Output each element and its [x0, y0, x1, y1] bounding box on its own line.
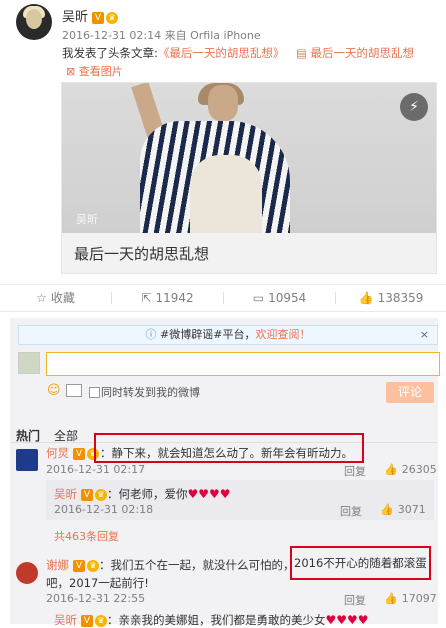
- comment-like-button[interactable]: 👍 17097: [384, 592, 437, 605]
- image-upload-icon[interactable]: [66, 384, 82, 397]
- favorite-button[interactable]: ☆ 收藏: [0, 285, 111, 311]
- repost-checkbox-label: 同时转发到我的微博: [101, 386, 200, 399]
- repost-checkbox[interactable]: [89, 387, 100, 398]
- comment-time: 2016-12-31 22:55: [46, 592, 146, 605]
- verified-badge-icon: V: [81, 489, 93, 501]
- member-crown-icon: ♛: [95, 615, 107, 627]
- star-icon: ☆: [36, 291, 47, 305]
- article-link-secondary[interactable]: ▤ 最后一天的胡思乱想: [296, 46, 414, 60]
- image-watermark: 吴昕: [76, 213, 98, 226]
- heart-icons: ♥♥♥♥: [187, 487, 231, 501]
- current-user-avatar: [18, 352, 40, 374]
- article-cover-image[interactable]: 吴昕 ⚡: [62, 83, 436, 233]
- comment-item: 谢娜 V ♛ ：我们五个在一起，就没什么可怕的，: [46, 557, 295, 573]
- more-replies-link[interactable]: 共463条回复: [54, 528, 119, 544]
- reply-item: 吴昕 V ♛ ：何老师，爱你♥♥♥♥: [54, 486, 231, 502]
- comment-avatar[interactable]: [16, 449, 38, 471]
- post-meta: 2016-12-31 02:14 来自 Orfila iPhone: [62, 29, 261, 42]
- article-link[interactable]: 《最后一天的胡思乱想》: [158, 46, 285, 60]
- comment-author[interactable]: 何炅: [46, 446, 69, 460]
- author-name[interactable]: 吴昕 V ♛: [62, 6, 119, 25]
- rumor-notice-bar: ⓘ #微博辟谣#平台，欢迎查阅！ ×: [18, 325, 438, 345]
- comment-author[interactable]: 谢娜: [46, 558, 69, 572]
- verified-badge-icon: V: [92, 12, 105, 24]
- comment-item: 何炅 V ♛: [46, 445, 99, 461]
- verified-badge-icon: V: [73, 560, 85, 572]
- post-text: 我发表了头条文章:《最后一天的胡思乱想》 ▤ 最后一天的胡思乱想: [62, 46, 415, 60]
- member-crown-icon: ♛: [87, 560, 99, 572]
- reply-button[interactable]: 回复: [344, 463, 366, 479]
- info-icon: ⓘ: [145, 328, 157, 341]
- comment-input[interactable]: [46, 352, 440, 376]
- reply-text: ：亲亲我的美娜姐，我们都是勇敢的美少女: [107, 613, 326, 627]
- author-avatar[interactable]: [16, 4, 52, 40]
- like-button[interactable]: 👍 138359: [336, 285, 446, 311]
- comment-text-cont: 吧，2017一起前行!: [46, 576, 149, 590]
- thumbs-up-icon: 👍: [380, 503, 394, 516]
- thumbs-up-icon: 👍: [384, 463, 398, 476]
- reply-text: ：何老师，爱你: [107, 487, 188, 501]
- action-bar: ☆ 收藏 ⇱ 11942 ▭ 10954 👍 138359: [0, 284, 446, 312]
- highlight-box: 2016不开心的随着都滚蛋: [290, 546, 431, 580]
- reply-author[interactable]: 吴昕: [54, 613, 77, 627]
- article-card-title: 最后一天的胡思乱想: [74, 245, 210, 263]
- bolt-icon: ⚡: [400, 93, 428, 121]
- comment-like-button[interactable]: 👍 26305: [384, 463, 437, 476]
- member-crown-icon: ♛: [106, 12, 119, 24]
- member-crown-icon: ♛: [95, 489, 107, 501]
- article-card[interactable]: 吴昕 ⚡ 最后一天的胡思乱想: [61, 82, 437, 274]
- thumbs-up-icon: 👍: [358, 291, 374, 305]
- emoji-icon[interactable]: ☺: [47, 383, 61, 398]
- comment-text: ：静下来，就会知道怎么动了。新年会有昕动力。: [100, 446, 353, 460]
- submit-comment-button[interactable]: 评论: [386, 382, 434, 403]
- reply-time: 2016-12-31 02:18: [54, 503, 154, 516]
- reply-button[interactable]: 回复: [344, 592, 366, 608]
- comment-text: ：我们五个在一起，就没什么可怕的，: [99, 558, 295, 572]
- reply-like-button[interactable]: 👍 3071: [380, 503, 426, 516]
- heart-icons: ♥♥♥♥: [325, 613, 369, 627]
- comment-icon: ▭: [252, 291, 265, 305]
- comment-avatar[interactable]: [16, 562, 38, 584]
- verified-badge-icon: V: [81, 615, 93, 627]
- notice-link[interactable]: 欢迎查阅！: [255, 328, 310, 341]
- close-icon[interactable]: ×: [420, 326, 429, 344]
- reply-author[interactable]: 吴昕: [54, 487, 77, 501]
- verified-badge-icon: V: [73, 448, 85, 460]
- reply-button[interactable]: 回复: [340, 503, 362, 519]
- comment-time: 2016-12-31 02:17: [46, 463, 146, 476]
- thumbs-up-icon: 👍: [384, 592, 398, 605]
- comment-button[interactable]: ▭ 10954: [224, 285, 335, 311]
- repost-icon: ⇱: [141, 291, 152, 305]
- repost-button[interactable]: ⇱ 11942: [112, 285, 223, 311]
- view-image-link[interactable]: ⊠ 查看图片: [66, 63, 123, 79]
- reply-item: 吴昕 V ♛ ：亲亲我的美娜姐，我们都是勇敢的美少女♥♥♥♥: [54, 612, 369, 628]
